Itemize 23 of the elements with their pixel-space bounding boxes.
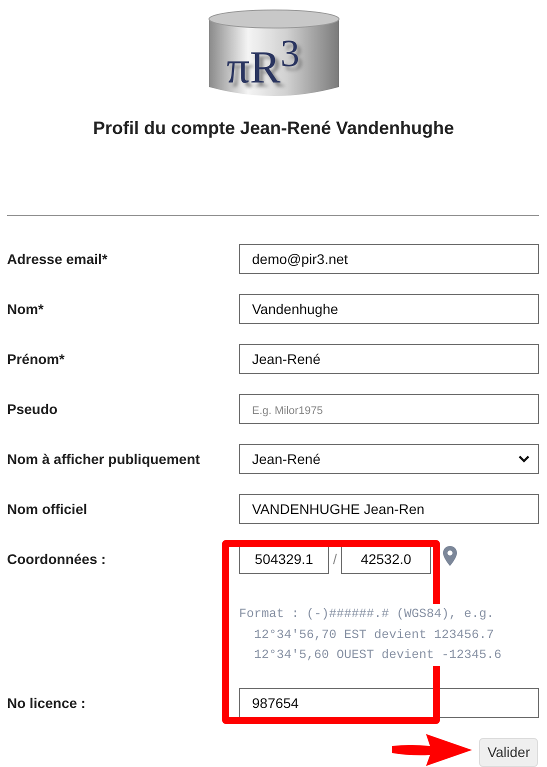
input-field[interactable]: demo@pir3.net — [239, 244, 539, 274]
input-field[interactable]: 42532.0 — [341, 544, 431, 574]
field-label: Nom officiel — [6, 500, 88, 519]
field-label: No licence : — [6, 694, 87, 712]
field-label: Pseudo — [6, 400, 59, 419]
field-label: Nom à afficher publiquement — [6, 450, 201, 469]
input-field[interactable]: Jean-René — [239, 344, 539, 374]
chevron-down-icon — [518, 455, 530, 463]
input-field[interactable]: 504329.1 — [239, 544, 329, 574]
map-pin-icon[interactable] — [443, 546, 457, 566]
dropdown[interactable]: Jean-René — [239, 444, 539, 474]
field-label: Adresse email* — [6, 250, 108, 269]
input-field[interactable]: 987654 — [239, 688, 539, 718]
field-label: Prénom* — [6, 350, 66, 369]
field-label: Nom* — [6, 300, 45, 319]
input-field[interactable]: VANDENHUGHE Jean-Ren — [239, 494, 539, 524]
input-field[interactable]: E.g. Milor1975 — [239, 394, 539, 424]
separator: / — [332, 551, 338, 567]
logo: πR$^{3}$ — [200, 5, 346, 105]
page-title: Profil du compte Jean-René Vandenhughe — [92, 118, 456, 139]
submit-button[interactable]: Valider — [479, 738, 538, 766]
input-field[interactable]: Vandenhughe — [239, 294, 539, 324]
field-label: Coordonnées : — [6, 550, 107, 569]
